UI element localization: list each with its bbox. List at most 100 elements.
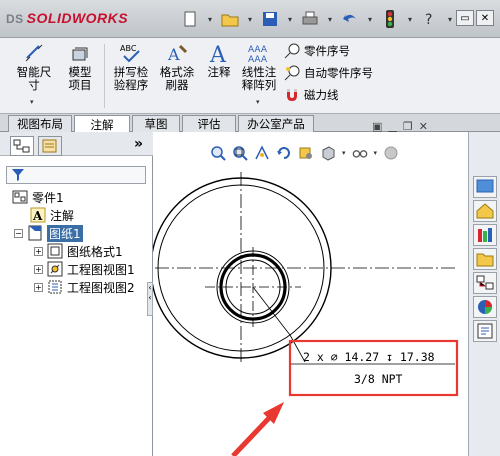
view-settings-icon[interactable] (298, 145, 314, 161)
auto-balloon-icon (284, 65, 300, 81)
app-logo: DS SOLIDWORKS (6, 10, 129, 26)
hole-callout-line2[interactable]: 3/8 NPT (354, 372, 403, 386)
balloon-button[interactable]: 零件序号 (284, 42, 350, 60)
model-items-button[interactable]: 模型项目 (60, 42, 100, 92)
task-pane-design-library-button[interactable] (473, 224, 497, 246)
tab-view-layout[interactable]: 视图布局 (8, 115, 72, 132)
feature-manager-tab[interactable] (10, 136, 34, 156)
smart-dimension-button[interactable]: 智能尺寸 (12, 42, 56, 92)
title-bar: DS SOLIDWORKS ▾ ▾ ▾ ▾ ▾ ▾ ? ▾ ▭ ✕ (0, 0, 500, 38)
spell-check-icon: ABC (120, 44, 140, 63)
appearances-icon (478, 300, 492, 314)
drawing-canvas[interactable]: 2 x ∅ 14.27 ↧ 17.38 3/8 NPT (150, 132, 468, 456)
tree-sheet-format[interactable]: + 图纸格式1 (34, 242, 123, 260)
filter-box[interactable] (6, 166, 146, 184)
save-dropdown-arrow[interactable]: ▾ (286, 15, 294, 24)
tab-evaluate[interactable]: 评估 (182, 115, 236, 132)
ribbon-separator (104, 44, 105, 108)
task-pane-custom-properties-button[interactable] (473, 320, 497, 342)
note-icon: A (209, 43, 227, 64)
heads-up-view-toolbar: ▾ ▾ (210, 142, 399, 164)
svg-text:A: A (209, 43, 227, 64)
feature-manager-panel: » 零件1 A 注解 − 图纸1 + 图纸格式1 + 工程图视图1 + 工程图视… (0, 132, 153, 456)
panel-expand-chevron-icon[interactable]: » (134, 136, 143, 152)
task-pane-file-explorer-button[interactable] (473, 248, 497, 270)
svg-text:AAA: AAA (248, 45, 268, 55)
smart-dimension-dropdown[interactable]: ▾ (30, 98, 34, 106)
task-pane-view-palette-button[interactable] (473, 272, 497, 294)
property-manager-tab[interactable] (38, 136, 62, 156)
tree-sheet[interactable]: − 图纸1 (14, 224, 83, 242)
display-style-dropdown[interactable]: ▾ (342, 149, 346, 157)
restore-icon[interactable]: ▭ (456, 10, 474, 26)
panel-tabs: » (0, 132, 153, 156)
new-file-icon[interactable] (180, 9, 200, 29)
auto-balloon-button[interactable]: 自动零件序号 (284, 64, 373, 82)
expand-icon[interactable]: + (34, 282, 43, 292)
open-folder-icon[interactable] (220, 9, 240, 29)
spell-checker-button[interactable]: ABC 拼写检验程序 (108, 42, 154, 92)
help-icon[interactable]: ? (420, 9, 440, 29)
rebuild-traffic-light-icon[interactable] (380, 9, 400, 29)
linear-note-pattern-button[interactable]: AAA AAA 线性注释阵列 (238, 42, 280, 92)
zoom-to-area-icon[interactable] (232, 145, 248, 161)
tree-drawing-view-2[interactable]: + 工程图视图2 (34, 278, 135, 296)
resources-icon (476, 179, 494, 193)
window-controls: ▭ ✕ (456, 10, 494, 26)
new-dropdown-arrow[interactable]: ▾ (206, 15, 214, 24)
task-pane-home-button[interactable] (473, 200, 497, 222)
task-pane-strip (468, 132, 500, 456)
red-arrow-shaft (231, 415, 272, 456)
expand-icon[interactable]: + (34, 246, 43, 256)
print-dropdown-arrow[interactable]: ▾ (326, 15, 334, 24)
annotation-icon: A (30, 207, 46, 223)
model-items-icon (72, 47, 88, 61)
drawing-document-icon (12, 190, 28, 204)
undo-icon[interactable] (340, 9, 360, 29)
zoom-to-fit-icon[interactable] (210, 145, 226, 161)
svg-text:A: A (32, 209, 43, 223)
svg-text:A: A (167, 45, 180, 64)
drawing-sheet: 2 x ∅ 14.27 ↧ 17.38 3/8 NPT (150, 172, 459, 456)
collapse-icon[interactable]: − (14, 228, 23, 238)
custom-properties-icon (477, 323, 493, 339)
close-icon[interactable]: ✕ (476, 10, 494, 26)
folder-icon (476, 253, 494, 267)
save-icon[interactable] (260, 9, 280, 29)
svg-text:?: ? (425, 12, 432, 27)
linear-note-pattern-dropdown[interactable]: ▾ (256, 98, 260, 106)
tree-drawing-view-1[interactable]: + 工程图视图1 (34, 260, 135, 278)
task-pane-appearances-button[interactable] (473, 296, 497, 318)
format-painter-button[interactable]: A 格式涂刷器 (156, 42, 198, 92)
rebuild-dropdown-arrow[interactable]: ▾ (406, 15, 414, 24)
feature-tree-icon (13, 139, 30, 153)
sheet-format-icon (47, 243, 63, 259)
display-style-icon[interactable] (320, 145, 336, 161)
task-pane-resources-button[interactable] (473, 176, 497, 198)
print-icon[interactable] (300, 9, 320, 29)
previous-view-icon[interactable] (254, 145, 270, 161)
tree-root[interactable]: 零件1 (12, 188, 64, 206)
hide-show-items-icon[interactable] (352, 145, 368, 161)
help-dropdown-arrow[interactable]: ▾ (446, 15, 454, 24)
appearance-sphere-icon[interactable] (383, 145, 399, 161)
home-icon (476, 203, 494, 219)
tree-annotations[interactable]: A 注解 (30, 206, 74, 224)
panel-splitter-handle[interactable]: ‹ ‹ (147, 282, 153, 316)
tab-office-products[interactable]: 办公室产品 (238, 115, 314, 132)
design-library-icon (478, 228, 492, 242)
hide-show-dropdown[interactable]: ▾ (374, 149, 378, 157)
undo-dropdown-arrow[interactable]: ▾ (366, 15, 374, 24)
format-painter-icon: A (167, 44, 188, 64)
property-manager-icon (42, 139, 57, 153)
hole-callout-line1[interactable]: 2 x ∅ 14.27 ↧ 17.38 (303, 350, 435, 364)
svg-text:AAA: AAA (248, 55, 268, 64)
tab-sketch[interactable]: 草图 (132, 115, 180, 132)
tab-annotation[interactable]: 注解 (74, 115, 130, 133)
expand-icon[interactable]: + (34, 264, 43, 274)
open-dropdown-arrow[interactable]: ▾ (246, 15, 254, 24)
note-button[interactable]: A 注释 (202, 42, 236, 79)
rebuild-icon[interactable] (276, 145, 292, 161)
filter-funnel-icon (12, 169, 24, 181)
magnetic-line-button[interactable]: 磁力线 (284, 86, 339, 104)
